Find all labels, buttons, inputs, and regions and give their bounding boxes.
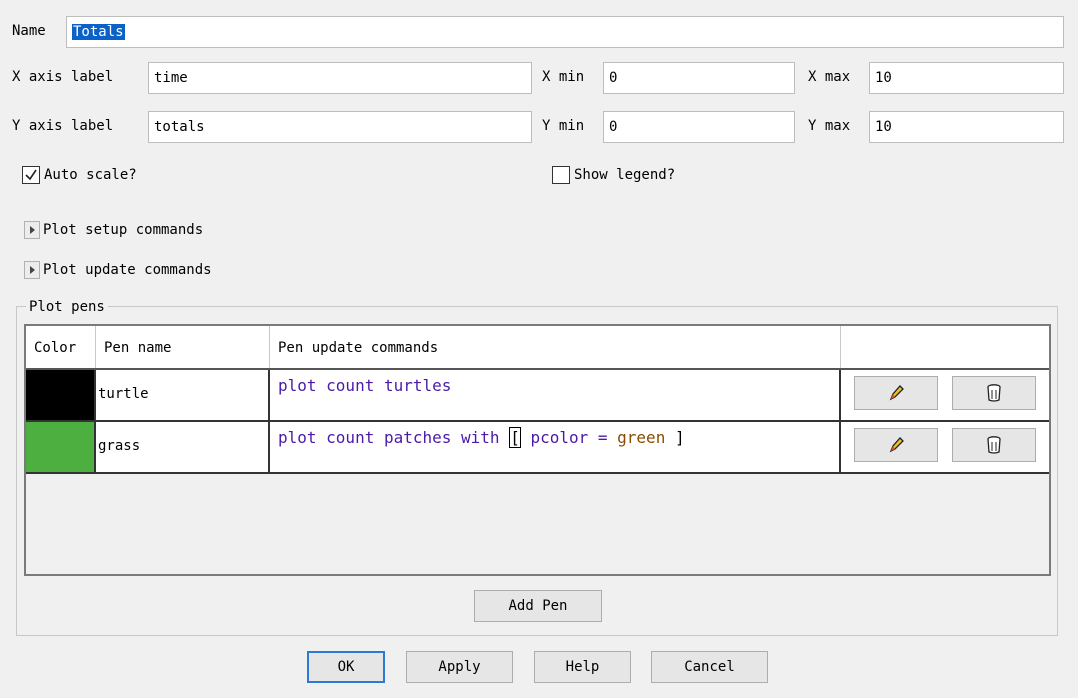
x-max-label: X max	[808, 69, 851, 85]
edit-pen-button[interactable]	[854, 376, 938, 410]
pens-table-header: Color Pen name Pen update commands	[26, 326, 1049, 370]
y-axis-label: Y axis label	[12, 118, 114, 134]
show-legend-checkbox[interactable]	[552, 166, 570, 184]
ok-button[interactable]: OK	[307, 651, 385, 683]
pen-commands-cell[interactable]: plot count turtles	[270, 370, 841, 420]
pen-name-column-header: Pen name	[96, 326, 270, 368]
name-field[interactable]: Totals	[66, 16, 1064, 48]
pencil-icon	[889, 385, 904, 401]
trash-can-icon	[987, 384, 1001, 402]
add-pen-button[interactable]: Add Pen	[474, 590, 602, 622]
setup-commands-label[interactable]: Plot setup commands	[43, 219, 203, 241]
cancel-button[interactable]: Cancel	[651, 651, 768, 683]
color-column-header: Color	[26, 326, 96, 368]
pen-commands-column-header: Pen update commands	[270, 326, 841, 368]
pen-name-cell[interactable]: grass	[96, 422, 270, 472]
auto-scale-label: Auto scale?	[44, 167, 137, 183]
y-min-label: Y min	[542, 118, 585, 134]
auto-scale-checkbox[interactable]	[22, 166, 40, 184]
x-max-field[interactable]: 10	[869, 62, 1064, 94]
x-axis-field[interactable]: time	[148, 62, 532, 94]
y-min-field[interactable]: 0	[603, 111, 795, 143]
x-min-label: X min	[542, 69, 585, 85]
pen-row[interactable]: turtle plot count turtles	[26, 370, 1049, 422]
y-max-label: Y max	[808, 118, 851, 134]
name-value: Totals	[72, 24, 125, 40]
show-legend-label: Show legend?	[574, 167, 676, 183]
trash-can-icon	[987, 436, 1001, 454]
pen-name-cell[interactable]: turtle	[96, 370, 270, 420]
x-min-field[interactable]: 0	[603, 62, 795, 94]
pen-name: grass	[98, 438, 141, 454]
pen-color-swatch[interactable]	[26, 422, 96, 472]
edit-pen-button[interactable]	[854, 428, 938, 462]
delete-pen-button[interactable]	[952, 376, 1036, 410]
plot-pens-title: Plot pens	[26, 298, 108, 316]
pen-commands-cell[interactable]: plot count patches with [ pcolor = green…	[270, 422, 841, 472]
checkmark-icon	[25, 169, 37, 181]
pencil-icon	[889, 437, 904, 453]
setup-expand-toggle[interactable]	[24, 221, 40, 239]
update-expand-toggle[interactable]	[24, 261, 40, 279]
apply-button[interactable]: Apply	[406, 651, 513, 683]
delete-pen-button[interactable]	[952, 428, 1036, 462]
update-commands-label[interactable]: Plot update commands	[43, 259, 212, 281]
x-axis-label: X axis label	[12, 69, 114, 85]
help-button[interactable]: Help	[534, 651, 631, 683]
pens-table: Color Pen name Pen update commands turtl…	[24, 324, 1051, 576]
y-max-field[interactable]: 10	[869, 111, 1064, 143]
y-axis-field[interactable]: totals	[148, 111, 532, 143]
pen-row[interactable]: grass plot count patches with [ pcolor =…	[26, 422, 1049, 474]
pen-color-swatch[interactable]	[26, 370, 96, 420]
pen-name: turtle	[98, 386, 149, 402]
name-label: Name	[12, 23, 46, 39]
